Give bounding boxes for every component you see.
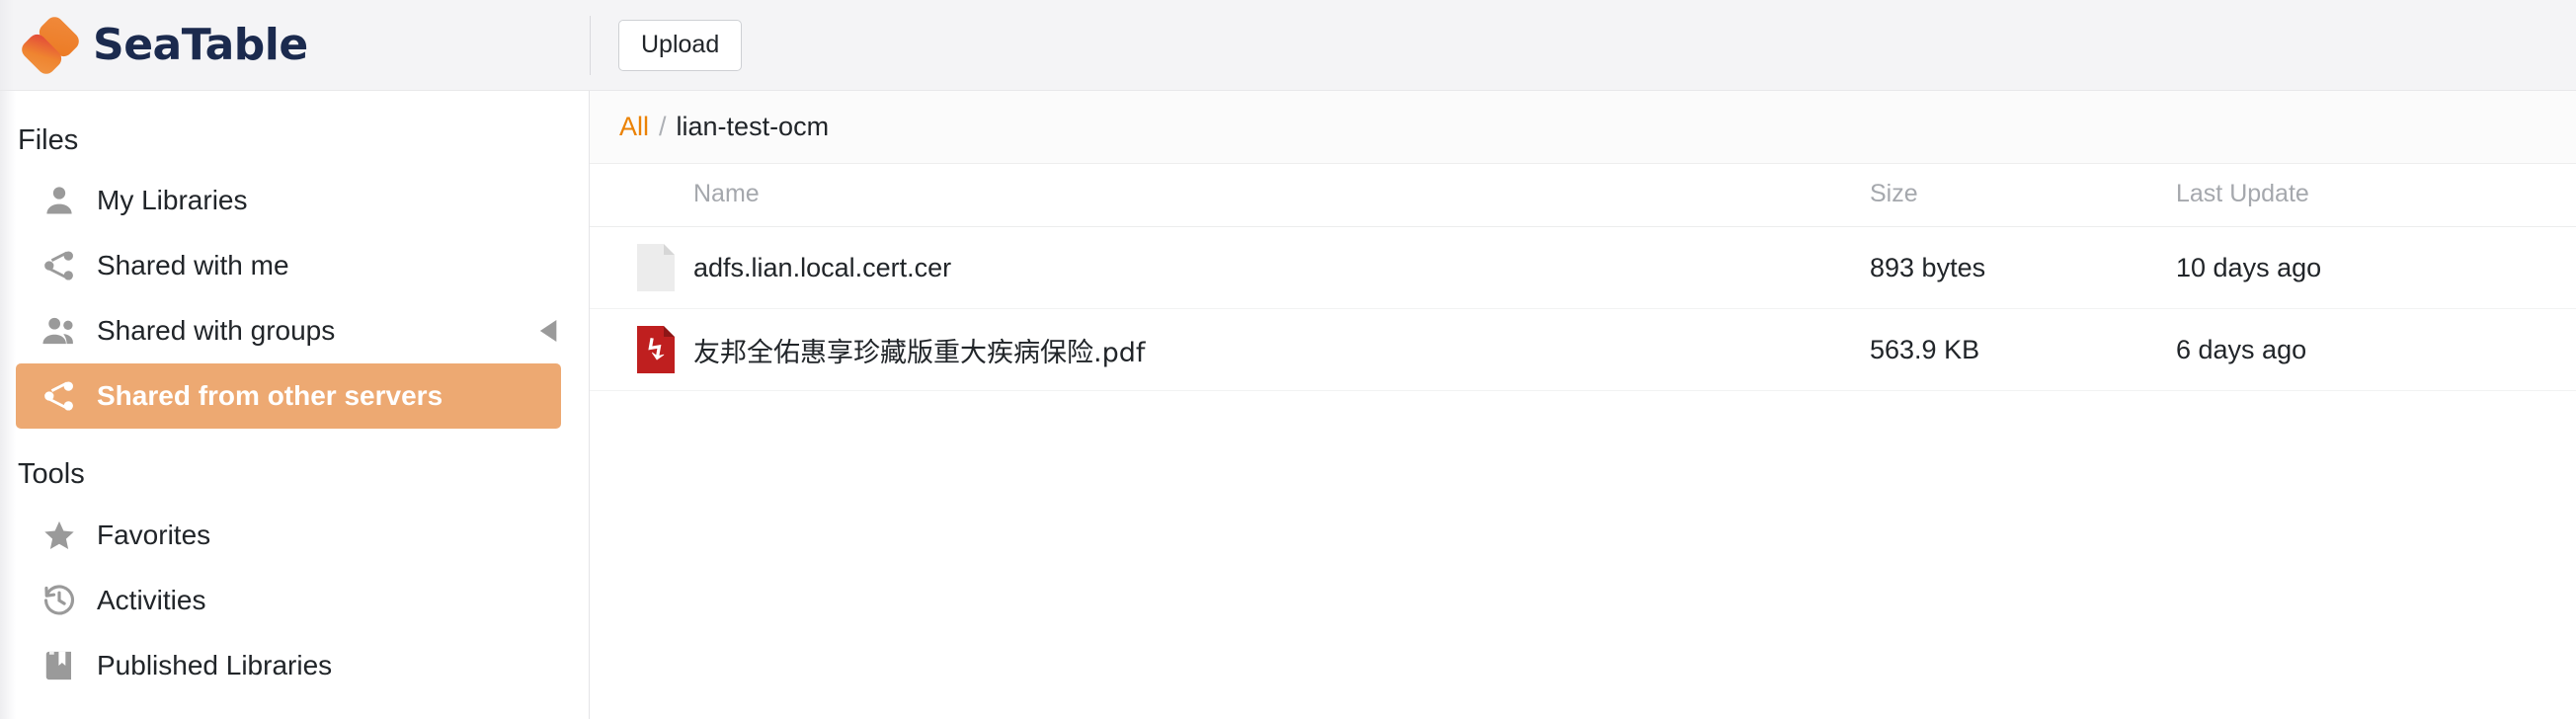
file-name-cell: 友邦全佑惠享珍藏版重大疾病保险.pdf	[693, 308, 1870, 391]
column-header-icon	[590, 164, 693, 227]
file-table: Name Size Last Update adfs.lian.local.ce…	[590, 164, 2576, 391]
column-header-size[interactable]: Size	[1870, 164, 2176, 227]
seatable-logo-icon	[22, 15, 79, 76]
sidebar-heading-tools: Tools	[18, 458, 85, 491]
chevron-left-icon[interactable]	[539, 320, 561, 343]
file-last-update-cell: 6 days ago	[2176, 308, 2576, 391]
book-icon	[41, 648, 85, 683]
file-blank-icon	[637, 244, 675, 291]
share-nodes-icon	[41, 248, 85, 283]
sidebar-item-label: Favorites	[97, 519, 211, 550]
app-root: SeaTable Upload Files My Libraries Share…	[0, 0, 2576, 719]
sidebar-list-files: My Libraries Shared with me Shared with …	[0, 168, 589, 430]
sidebar-item-label: Shared with groups	[97, 315, 336, 347]
file-size-cell: 893 bytes	[1870, 226, 2176, 309]
file-pdf-icon: ↯	[637, 326, 675, 373]
sidebar-item-label: My Libraries	[97, 185, 248, 216]
file-table-body: adfs.lian.local.cert.cer 893 bytes 10 da…	[590, 226, 2576, 391]
sidebar-item-shared-with-groups[interactable]: Shared with groups	[16, 298, 561, 363]
breadcrumb-root-link[interactable]: All	[619, 111, 649, 142]
star-icon	[41, 518, 85, 553]
users-group-icon	[41, 313, 85, 349]
sidebar-item-shared-with-me[interactable]: Shared with me	[16, 233, 561, 298]
table-row[interactable]: ↯ 友邦全佑惠享珍藏版重大疾病保险.pdf 563.9 KB 6 days ag…	[590, 308, 2576, 391]
file-name-link[interactable]: 友邦全佑惠享珍藏版重大疾病保险.pdf	[693, 338, 1145, 368]
column-header-last-update[interactable]: Last Update	[2176, 164, 2576, 227]
breadcrumb-current: lian-test-ocm	[676, 112, 830, 142]
sidebar-item-published-libraries[interactable]: Published Libraries	[16, 633, 561, 698]
share-nodes-icon	[41, 378, 85, 414]
breadcrumb-separator: /	[659, 112, 667, 142]
clock-history-icon	[41, 583, 85, 618]
file-name-cell: adfs.lian.local.cert.cer	[693, 226, 1870, 309]
file-table-head: Name Size Last Update	[590, 164, 2576, 227]
file-name-link[interactable]: adfs.lian.local.cert.cer	[693, 253, 951, 282]
user-icon	[41, 183, 85, 218]
sidebar-heading-files: Files	[18, 124, 79, 156]
top-bar-actions: Upload	[591, 0, 2576, 90]
top-bar: SeaTable Upload	[0, 0, 2576, 91]
column-header-name[interactable]: Name	[693, 164, 1870, 227]
table-row[interactable]: adfs.lian.local.cert.cer 893 bytes 10 da…	[590, 226, 2576, 309]
file-type-cell	[590, 226, 693, 309]
file-size-cell: 563.9 KB	[1870, 308, 2176, 391]
sidebar: Files My Libraries Shared with me Shared…	[0, 91, 590, 719]
sidebar-item-label: Published Libraries	[97, 649, 333, 680]
sidebar-item-label: Shared from other servers	[97, 380, 443, 412]
brand-name: SeaTable	[93, 19, 308, 70]
breadcrumb: All / lian-test-ocm	[590, 91, 2576, 164]
brand-logo-link[interactable]: SeaTable	[22, 15, 308, 76]
sidebar-item-activities[interactable]: Activities	[16, 568, 561, 633]
sidebar-item-my-libraries[interactable]: My Libraries	[16, 168, 561, 233]
sidebar-list-tools: Favorites Activities Published Libraries	[0, 503, 589, 698]
file-table-header-row: Name Size Last Update	[590, 164, 2576, 227]
sidebar-item-label: Shared with me	[97, 250, 289, 281]
file-type-cell: ↯	[590, 308, 693, 391]
sidebar-item-favorites[interactable]: Favorites	[16, 503, 561, 568]
main-content: All / lian-test-ocm Name Size Last Updat…	[590, 91, 2576, 719]
upload-button[interactable]: Upload	[618, 19, 743, 71]
sidebar-item-label: Activities	[97, 584, 206, 615]
body: Files My Libraries Shared with me Shared…	[0, 91, 2576, 719]
file-last-update-cell: 10 days ago	[2176, 226, 2576, 309]
top-bar-brand-area: SeaTable	[0, 0, 590, 90]
sidebar-item-shared-from-other-servers[interactable]: Shared from other servers	[16, 363, 561, 430]
